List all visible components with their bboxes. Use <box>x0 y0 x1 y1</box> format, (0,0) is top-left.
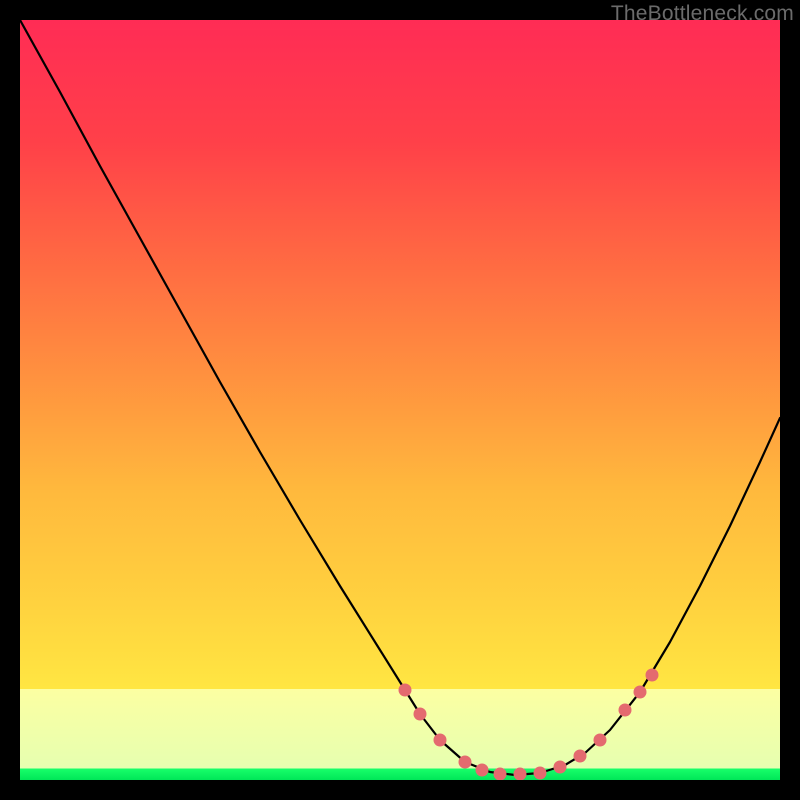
curve-marker <box>534 767 547 780</box>
curve-marker <box>514 768 527 781</box>
watermark-text: TheBottleneck.com <box>611 2 794 26</box>
curve-markers <box>399 669 659 781</box>
curve-marker <box>459 756 472 769</box>
curve-layer <box>20 20 780 780</box>
curve-marker <box>574 750 587 763</box>
chart-frame: TheBottleneck.com <box>0 0 800 800</box>
curve-marker <box>634 686 647 699</box>
curve-marker <box>476 764 489 777</box>
plot-area <box>20 20 780 780</box>
curve-marker <box>494 768 507 781</box>
bottleneck-curve <box>20 20 780 775</box>
curve-marker <box>646 669 659 682</box>
curve-marker <box>434 734 447 747</box>
curve-marker <box>399 684 412 697</box>
curve-marker <box>594 734 607 747</box>
curve-marker <box>554 761 567 774</box>
curve-marker <box>414 708 427 721</box>
curve-marker <box>619 704 632 717</box>
